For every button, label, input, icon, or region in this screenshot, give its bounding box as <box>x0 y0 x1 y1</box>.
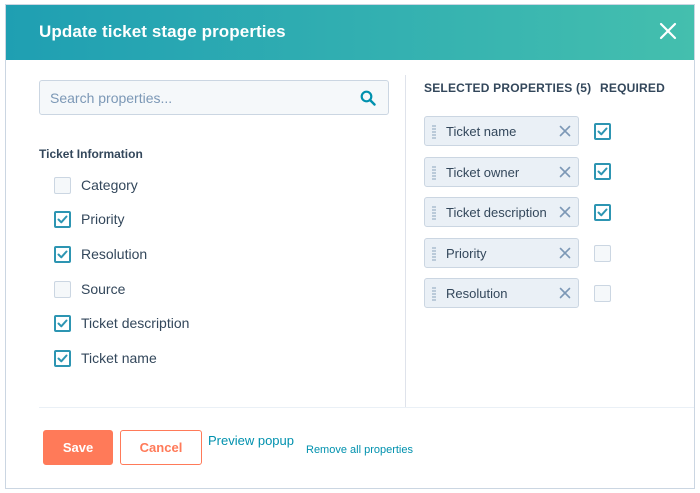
chip-label: Ticket owner <box>446 165 520 180</box>
required-checkbox-ticket-description[interactable] <box>594 204 611 221</box>
update-ticket-stage-modal: Update ticket stage properties Ticket In… <box>5 4 695 489</box>
selected-chip-ticket-owner[interactable]: Ticket owner <box>424 157 579 187</box>
checkmark-icon <box>57 319 68 328</box>
selected-chip-ticket-description[interactable]: Ticket description <box>424 197 579 227</box>
checkmark-icon <box>597 127 608 136</box>
column-divider <box>405 75 406 407</box>
selected-properties-heading: SELECTED PROPERTIES (5) <box>424 81 592 95</box>
close-button[interactable] <box>658 21 678 41</box>
selected-chip-ticket-name[interactable]: Ticket name <box>424 116 579 146</box>
chip-label: Resolution <box>446 286 508 301</box>
checkbox-ticket-description[interactable] <box>54 315 71 332</box>
required-checkbox-ticket-owner[interactable] <box>594 163 611 180</box>
required-heading: REQUIRED <box>600 81 665 95</box>
chip-label: Ticket description <box>446 205 547 220</box>
checkmark-icon <box>597 208 608 217</box>
option-label: Resolution <box>81 246 148 262</box>
cancel-button[interactable]: Cancel <box>120 430 202 465</box>
checkbox-resolution[interactable] <box>54 246 71 263</box>
group-label-ticket-information: Ticket Information <box>39 147 143 161</box>
remove-all-properties-link[interactable]: Remove all properties <box>306 444 413 456</box>
chip-label: Ticket name <box>446 124 517 139</box>
required-checkbox-resolution[interactable] <box>594 285 611 302</box>
close-icon <box>659 22 677 40</box>
drag-handle-icon[interactable] <box>432 287 436 301</box>
checkbox-priority[interactable] <box>54 211 71 228</box>
checkmark-icon <box>57 215 68 224</box>
preview-popup-link[interactable]: Preview popup <box>208 433 294 448</box>
chip-label: Priority <box>446 246 487 261</box>
checkmark-icon <box>597 167 608 176</box>
remove-x-icon[interactable] <box>559 125 571 137</box>
checkmark-icon <box>57 250 68 259</box>
drag-handle-icon[interactable] <box>432 247 436 261</box>
selected-chip-priority[interactable]: Priority <box>424 238 579 268</box>
modal-title: Update ticket stage properties <box>39 22 286 41</box>
option-label: Ticket name <box>81 350 157 366</box>
modal-header: Update ticket stage properties <box>6 5 694 60</box>
option-label: Category <box>81 177 138 193</box>
required-checkbox-ticket-name[interactable] <box>594 123 611 140</box>
search-icon[interactable] <box>360 90 376 106</box>
save-button[interactable]: Save <box>43 430 113 465</box>
search-input[interactable] <box>40 81 350 114</box>
remove-x-icon[interactable] <box>559 247 571 259</box>
section-divider <box>39 407 694 408</box>
search-box <box>39 80 389 115</box>
selected-chip-resolution[interactable]: Resolution <box>424 278 579 308</box>
drag-handle-icon[interactable] <box>432 166 436 180</box>
remove-x-icon[interactable] <box>559 206 571 218</box>
required-checkbox-priority[interactable] <box>594 245 611 262</box>
checkbox-category[interactable] <box>54 177 71 194</box>
drag-handle-icon[interactable] <box>432 125 436 139</box>
option-label: Ticket description <box>81 315 190 331</box>
remove-x-icon[interactable] <box>559 166 571 178</box>
checkmark-icon <box>57 354 68 363</box>
checkbox-ticket-name[interactable] <box>54 350 71 367</box>
option-label: Priority <box>81 211 125 227</box>
drag-handle-icon[interactable] <box>432 206 436 220</box>
remove-x-icon[interactable] <box>559 287 571 299</box>
checkbox-source[interactable] <box>54 281 71 298</box>
option-label: Source <box>81 281 126 297</box>
